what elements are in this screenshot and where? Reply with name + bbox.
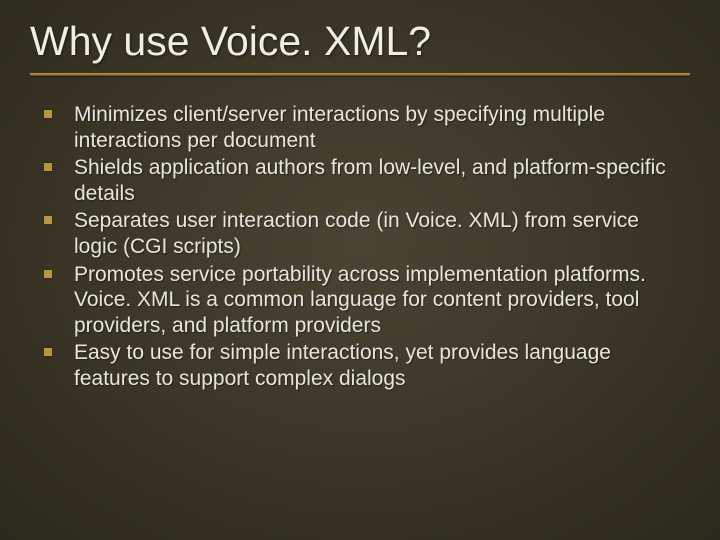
- list-item: Promotes service portability across impl…: [38, 262, 686, 339]
- square-bullet-icon: [44, 110, 52, 118]
- bullet-text: Shields application authors from low-lev…: [74, 156, 666, 205]
- list-item: Shields application authors from low-lev…: [38, 155, 686, 206]
- square-bullet-icon: [44, 270, 52, 278]
- bullet-list: Minimizes client/server interactions by …: [30, 102, 690, 392]
- square-bullet-icon: [44, 163, 52, 171]
- bullet-text: Promotes service portability across impl…: [74, 263, 646, 337]
- title-block: Why use Voice. XML?: [30, 18, 690, 76]
- square-bullet-icon: [44, 348, 52, 356]
- list-item: Easy to use for simple interactions, yet…: [38, 340, 686, 391]
- bullet-text: Minimizes client/server interactions by …: [74, 103, 605, 152]
- bullet-text: Easy to use for simple interactions, yet…: [74, 341, 611, 390]
- square-bullet-icon: [44, 216, 52, 224]
- slide: Why use Voice. XML? Minimizes client/ser…: [0, 0, 720, 540]
- slide-title: Why use Voice. XML?: [30, 18, 690, 65]
- list-item: Separates user interaction code (in Voic…: [38, 208, 686, 259]
- title-underline: [30, 73, 690, 76]
- list-item: Minimizes client/server interactions by …: [38, 102, 686, 153]
- bullet-text: Separates user interaction code (in Voic…: [74, 209, 639, 258]
